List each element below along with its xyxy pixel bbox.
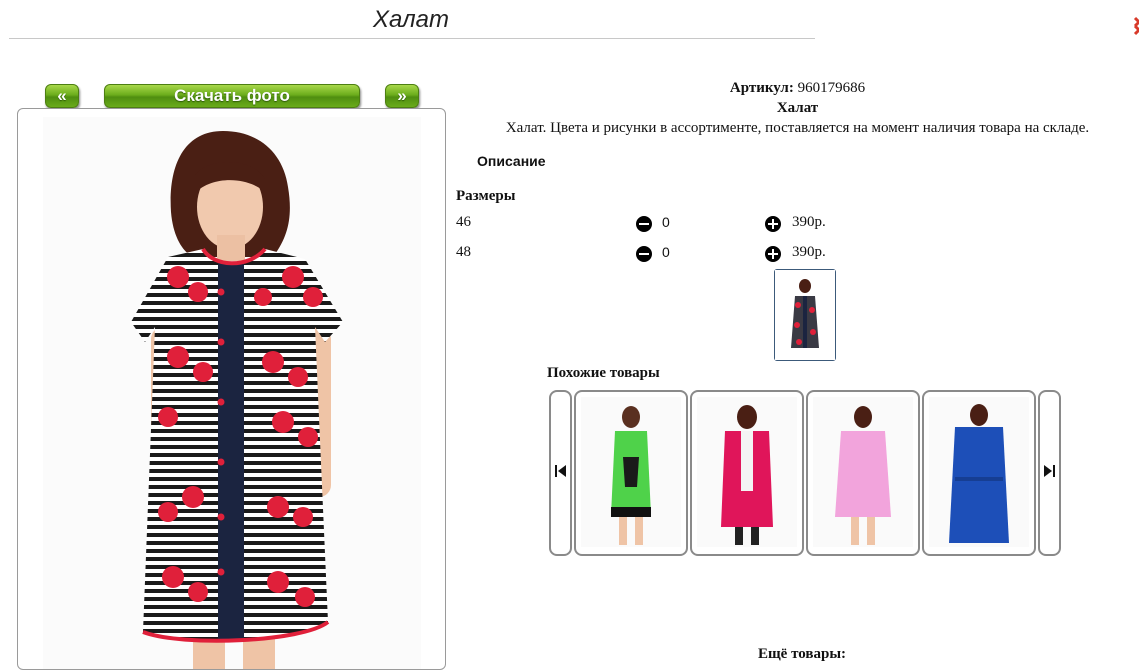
size-row: 46 0 390р. — [456, 214, 1139, 236]
product-description: Халат. Цвета и рисунки в ассортименте, п… — [505, 120, 1090, 136]
minus-icon[interactable] — [636, 246, 652, 262]
article-line: Артикул: 960179686 — [456, 80, 1139, 97]
sizes-heading: Размеры — [456, 188, 516, 204]
size-row: 48 0 390р. — [456, 244, 1139, 266]
title-divider — [9, 38, 815, 39]
next-photo-button[interactable]: » — [385, 84, 419, 108]
size-value: 46 — [456, 214, 471, 230]
similar-product-card[interactable] — [922, 390, 1036, 556]
main-photo-frame — [17, 108, 446, 670]
price-value: 390р. — [792, 244, 826, 260]
minus-icon[interactable] — [636, 216, 652, 232]
more-products-heading: Ещё товары: — [758, 646, 847, 662]
description-heading[interactable]: Описание — [477, 153, 546, 169]
prev-photo-button[interactable]: « — [45, 84, 79, 108]
carousel-next-button[interactable] — [1038, 390, 1061, 556]
similar-product-card[interactable] — [690, 390, 804, 556]
similar-product-card[interactable] — [574, 390, 688, 556]
download-photo-button[interactable]: Скачать фото — [104, 84, 360, 108]
product-photo[interactable] — [43, 117, 421, 670]
plus-icon[interactable] — [765, 246, 781, 262]
similar-products-heading: Похожие товары — [547, 365, 660, 381]
article-value: 960179686 — [797, 80, 866, 96]
article-label: Артикул: — [729, 80, 794, 96]
price-value: 390р. — [792, 214, 826, 230]
similar-product-image — [697, 397, 797, 547]
close-icon[interactable] — [1131, 10, 1139, 40]
similar-product-image — [581, 397, 681, 547]
size-value: 48 — [456, 244, 471, 260]
plus-icon[interactable] — [765, 216, 781, 232]
page-title: Халат — [373, 6, 449, 33]
thumbnail-image — [775, 270, 835, 360]
similar-product-image — [813, 397, 913, 547]
quantity-value: 0 — [662, 244, 670, 260]
product-name: Халат — [776, 100, 819, 116]
skip-back-icon — [555, 465, 566, 477]
quantity-value: 0 — [662, 214, 670, 230]
carousel-prev-button[interactable] — [549, 390, 572, 556]
similar-product-image — [929, 397, 1029, 547]
skip-forward-icon — [1044, 465, 1055, 477]
product-thumbnail[interactable] — [774, 269, 836, 361]
similar-product-card[interactable] — [806, 390, 920, 556]
